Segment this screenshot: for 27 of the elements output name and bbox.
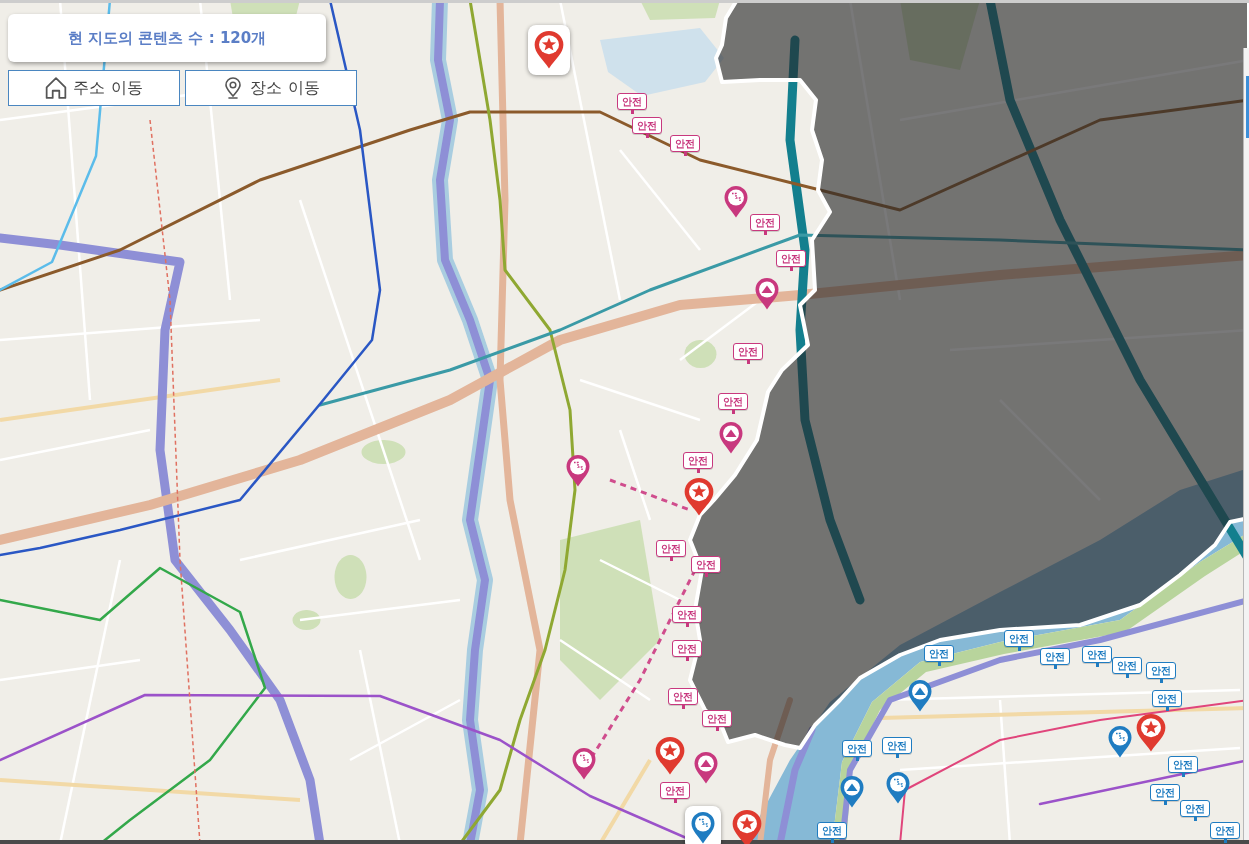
marker-tile[interactable] (685, 806, 721, 844)
mountain-pin-icon[interactable] (694, 752, 718, 784)
content-count: 현 지도의 콘텐츠 수 : 120개 (8, 14, 326, 62)
mountain-pin-icon[interactable] (840, 776, 864, 808)
star-pin-icon[interactable] (684, 478, 714, 516)
route-pin-icon[interactable] (1108, 726, 1132, 758)
marker-tile[interactable] (528, 25, 570, 75)
star-pin-icon[interactable] (655, 737, 685, 775)
mountain-pin-icon[interactable] (755, 278, 779, 310)
route-pin-icon[interactable] (886, 772, 910, 804)
route-pin-icon[interactable] (691, 812, 715, 844)
home-icon (45, 77, 68, 99)
star-pin-icon[interactable] (1136, 714, 1166, 752)
place-move-button[interactable]: 장소 이동 (185, 70, 357, 106)
route-pin-icon[interactable] (724, 186, 748, 218)
route-pin-icon[interactable] (572, 748, 596, 780)
address-move-button[interactable]: 주소 이동 (8, 70, 180, 106)
park-area (292, 610, 321, 630)
star-pin-icon[interactable] (534, 31, 564, 69)
star-pin-icon[interactable] (732, 810, 762, 844)
mountain-pin-icon[interactable] (719, 422, 743, 454)
park-area (684, 340, 717, 368)
mountain-pin-icon[interactable] (908, 680, 932, 712)
park-area (334, 555, 367, 599)
panel-toggle-tab[interactable] (1246, 76, 1249, 138)
route-pin-icon[interactable] (566, 455, 590, 487)
park-area (361, 440, 406, 464)
